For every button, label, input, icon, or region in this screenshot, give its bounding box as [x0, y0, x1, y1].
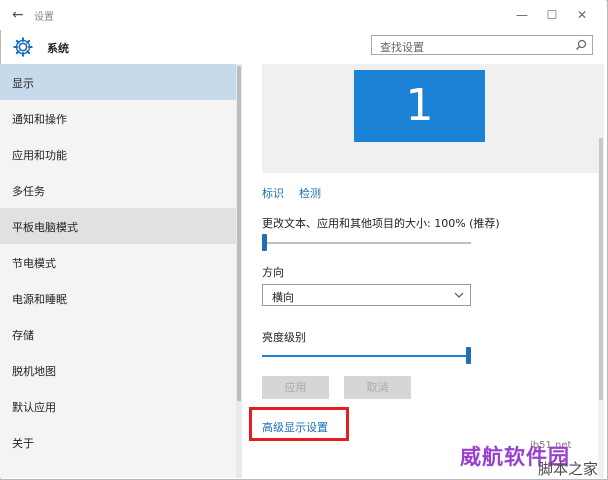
orientation-label: 方向: [262, 266, 284, 279]
close-button[interactable]: ✕: [571, 6, 593, 24]
scale-slider-track[interactable]: [262, 242, 471, 244]
search-placeholder: 查找设置: [380, 41, 424, 54]
sidebar-item-label: 通知和操作: [12, 113, 67, 126]
sidebar-item-label: 平板电脑模式: [12, 221, 78, 234]
sidebar-item-default-apps[interactable]: 默认应用: [0, 388, 236, 424]
chevron-down-icon: [454, 292, 464, 298]
sidebar-item-label: 节电模式: [12, 257, 56, 270]
sidebar-item-label: 存储: [12, 329, 34, 342]
search-icon[interactable]: [575, 39, 587, 51]
sidebar-item-notifications[interactable]: 通知和操作: [0, 100, 236, 136]
sidebar-item-power-sleep[interactable]: 电源和睡眠: [0, 280, 236, 316]
back-arrow-icon[interactable]: ←: [12, 7, 30, 23]
window-title: 设置: [34, 12, 54, 23]
sidebar-item-label: 多任务: [12, 185, 45, 198]
brightness-label: 亮度级别: [262, 331, 306, 344]
monitor-1-tile[interactable]: 1: [354, 70, 485, 142]
scale-slider-thumb[interactable]: [262, 234, 267, 251]
sidebar-item-apps[interactable]: 应用和功能: [0, 136, 236, 172]
sidebar-item-storage[interactable]: 存储: [0, 316, 236, 352]
sidebar-item-battery-saver[interactable]: 节电模式: [0, 244, 236, 280]
sidebar-item-label: 默认应用: [12, 401, 56, 414]
sidebar-item-about[interactable]: 关于: [0, 424, 236, 460]
highlight-box: [249, 407, 349, 441]
sidebar-item-label: 关于: [12, 437, 34, 450]
search-input[interactable]: 查找设置: [371, 35, 593, 55]
sidebar-item-offline-maps[interactable]: 脱机地图: [0, 352, 236, 388]
scale-label: 更改文本、应用和其他项目的大小: 100% (推荐): [262, 217, 500, 230]
maximize-button[interactable]: ☐: [541, 6, 563, 24]
sidebar-item-label: 显示: [12, 77, 34, 90]
sidebar-item-label: 应用和功能: [12, 149, 67, 162]
brightness-slider-thumb[interactable]: [466, 347, 471, 364]
cancel-button[interactable]: 取消: [344, 376, 411, 399]
apply-button[interactable]: 应用: [262, 376, 329, 399]
detect-link[interactable]: 检测: [299, 185, 321, 201]
sidebar-scrollbar-thumb[interactable]: [237, 66, 241, 401]
sidebar-item-label: 脱机地图: [12, 365, 56, 378]
title-bar: ← 设置 — ☐ ✕: [0, 0, 606, 30]
minimize-button[interactable]: —: [511, 6, 533, 24]
orientation-value: 横向: [272, 291, 294, 304]
content-scrollbar-thumb[interactable]: [599, 138, 603, 400]
identify-link[interactable]: 标识: [262, 185, 284, 201]
sidebar-item-tablet-mode[interactable]: 平板电脑模式: [0, 208, 236, 244]
sidebar-item-label: 电源和睡眠: [12, 293, 67, 306]
gear-icon: [13, 37, 33, 57]
sidebar-item-display[interactable]: 显示: [0, 64, 236, 100]
page-title: 系统: [47, 42, 69, 55]
brightness-slider-track[interactable]: [262, 355, 468, 357]
watermark-text: 脚本之家: [538, 460, 599, 478]
sidebar-item-multitasking[interactable]: 多任务: [0, 172, 236, 208]
orientation-dropdown[interactable]: 横向: [262, 284, 471, 306]
